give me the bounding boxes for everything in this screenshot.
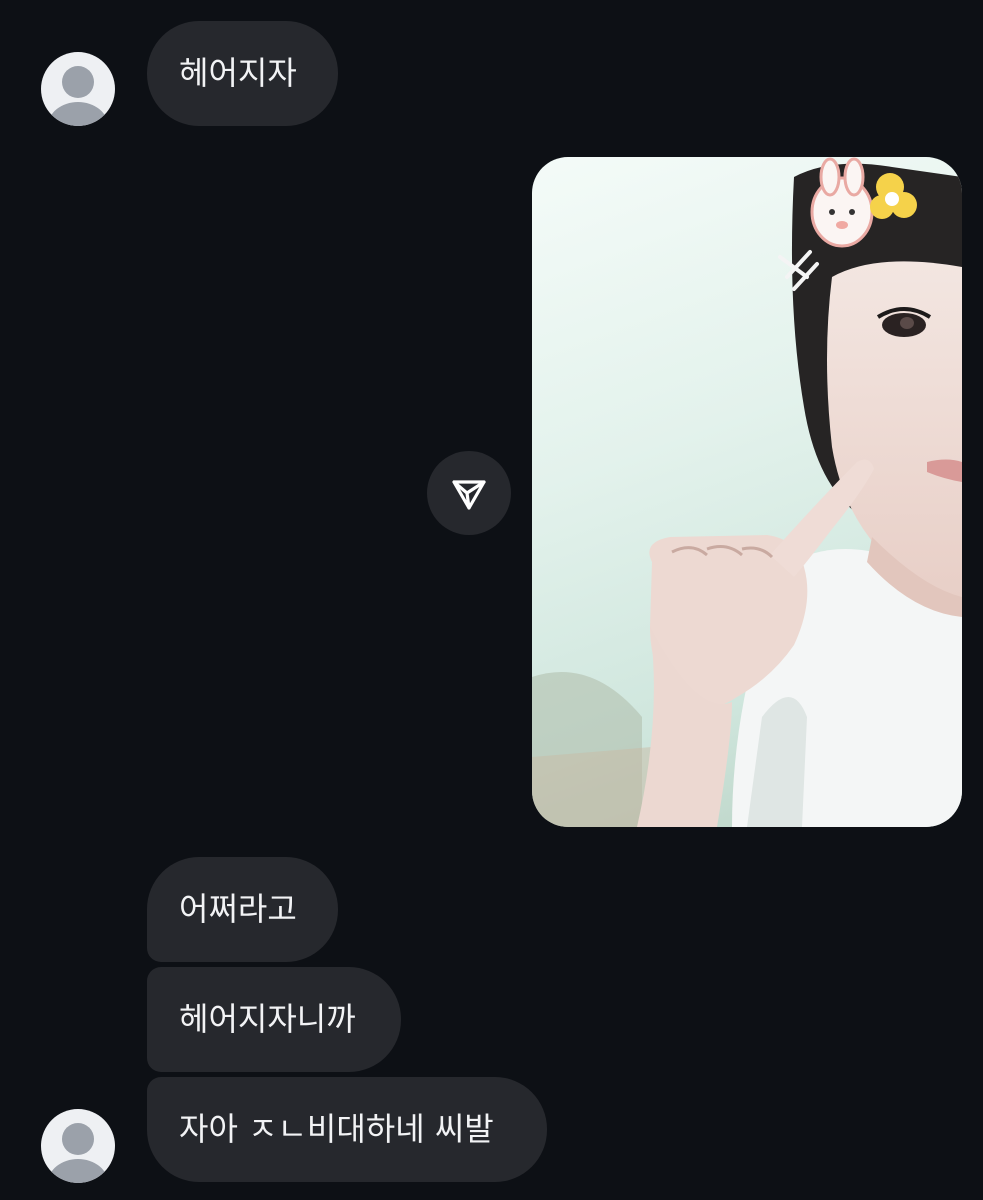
message-text: 헤어지자니까 [179,1000,356,1038]
message-bubble[interactable]: 자아 ㅈㄴ비대하네 씨발 [147,1077,547,1182]
default-profile-icon [62,1123,94,1155]
selfie-photo [532,157,962,827]
message-text: 자아 ㅈㄴ비대하네 씨발 [179,1110,494,1148]
message-bubble[interactable]: 헤어지자니까 [147,967,401,1072]
paper-plane-icon [452,480,486,510]
default-profile-icon [62,66,94,98]
avatar[interactable] [41,1109,115,1183]
photo-message[interactable] [532,157,962,827]
message-text: 헤어지자 [179,54,297,92]
message-bubble[interactable]: 어쩌라고 [147,857,338,962]
chat-thread: 헤어지자 어쩌라고 헤어지자니까 자아 ㅈㄴ비대하네 씨발 [0,0,983,1200]
avatar[interactable] [41,52,115,126]
share-button[interactable] [427,451,511,535]
message-bubble[interactable]: 헤어지자 [147,21,338,126]
message-text: 어쩌라고 [179,890,297,928]
